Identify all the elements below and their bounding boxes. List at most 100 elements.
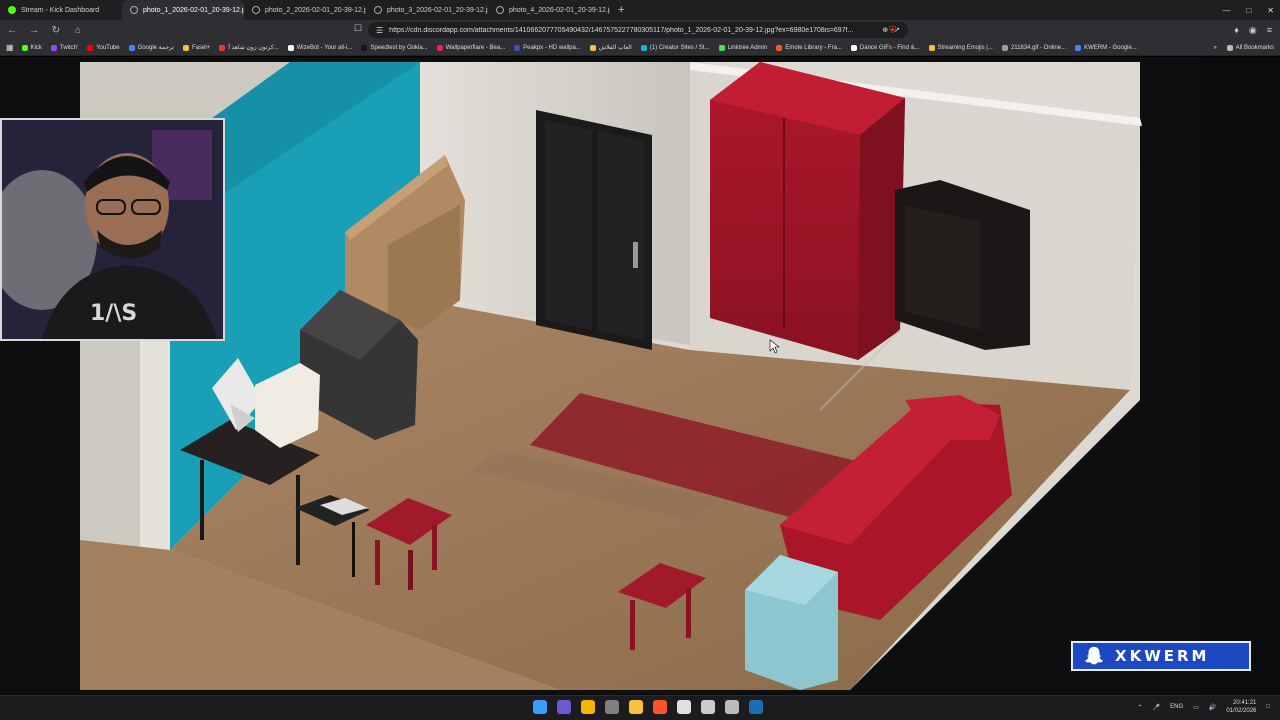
- address-bar[interactable]: ☰ https://cdn.discordapp.com/attachments…: [368, 22, 908, 38]
- kick-favicon-icon: [8, 6, 16, 14]
- bookmark-item[interactable]: Speedtest by Ookla...: [361, 44, 428, 51]
- bookmark-favicon-icon: [287, 44, 294, 51]
- steam-icon[interactable]: [749, 700, 763, 714]
- bookmark-item[interactable]: Kick: [21, 44, 42, 51]
- forward-icon[interactable]: →: [28, 25, 40, 36]
- display-icon[interactable]: ▭: [1193, 704, 1199, 711]
- minimize-icon[interactable]: —: [1222, 6, 1230, 15]
- browser-tab[interactable]: photo_3_2026-02-01_20-39-12.jpg (: [366, 0, 488, 20]
- tray-expand-icon[interactable]: ⌃: [1138, 704, 1143, 711]
- browser-tab[interactable]: Stream - Kick Dashboard: [0, 0, 122, 20]
- language-indicator[interactable]: ENG: [1170, 704, 1183, 710]
- site-info-icon[interactable]: ☰: [376, 26, 383, 35]
- bookmark-label: Google ترجمة: [137, 45, 175, 51]
- home-icon[interactable]: ⌂: [72, 25, 84, 36]
- folder-icon: [1226, 44, 1233, 51]
- taskbar-apps: [533, 700, 763, 714]
- more-bookmarks-button[interactable]: »: [1213, 45, 1216, 51]
- browser-tab[interactable]: photo_1_2026-02-01_20-39-12.jp✕: [122, 0, 244, 20]
- bookmark-item[interactable]: العاب الفلاش: [589, 44, 632, 51]
- volume-icon[interactable]: 🔊: [1209, 704, 1216, 711]
- clock[interactable]: 20:41:21 01/02/2026: [1226, 699, 1256, 715]
- close-window-icon[interactable]: ✕: [1267, 6, 1274, 15]
- bookmark-label: Peakpx - HD wallpa...: [523, 44, 581, 51]
- microphone-icon[interactable]: 🎤: [1153, 704, 1160, 711]
- url-text[interactable]: https://cdn.discordapp.com/attachments/1…: [389, 27, 876, 34]
- bookmark-item[interactable]: Wallpaperflare - Bea...: [436, 44, 505, 51]
- bookmark-item[interactable]: YouTube: [87, 44, 120, 51]
- tab-title: photo_2_2026-02-01_20-39-12.jpg (: [265, 6, 366, 14]
- bookmark-item[interactable]: Linktree Admin: [718, 44, 767, 51]
- browser-tab[interactable]: photo_4_2026-02-01_20-39-12.jpg (: [488, 0, 610, 20]
- windows-start-icon[interactable]: [533, 700, 547, 714]
- bookmark-item[interactable]: Dance GIFs - Find &...: [850, 44, 920, 51]
- bookmark-item[interactable]: Emote Library - Fra...: [776, 44, 842, 51]
- brave-shield-icon[interactable]: ⛨: [889, 25, 896, 36]
- bookmark-favicon-icon: [1001, 44, 1008, 51]
- bookmark-favicon-icon: [718, 44, 725, 51]
- bookmark-favicon-icon: [436, 44, 443, 51]
- bookmark-label: (1) Creator Sites / St...: [649, 44, 710, 51]
- bookmark-favicon-icon: [776, 44, 783, 51]
- bookmark-item[interactable]: Peakpx - HD wallpa...: [514, 44, 581, 51]
- window-controls: — □ ✕: [1222, 0, 1274, 20]
- settings-icon[interactable]: [725, 700, 739, 714]
- bookmark-favicon-icon: [928, 44, 935, 51]
- menu-icon[interactable]: ≡: [1267, 25, 1272, 35]
- bookmark-page-icon[interactable]: ☐: [354, 23, 362, 34]
- app-dark-icon[interactable]: [677, 700, 691, 714]
- bookmark-item[interactable]: WizeBot - Your all-i...: [287, 44, 353, 51]
- bookmark-item[interactable]: كرتون زون شاهد أ...: [219, 44, 279, 51]
- all-bookmarks-label: All Bookmarks: [1235, 44, 1274, 51]
- apps-grid-icon[interactable]: ▦: [6, 43, 14, 52]
- bookmark-item[interactable]: 211834.gif - Online...: [1001, 44, 1066, 51]
- bookmark-favicon-icon: [50, 44, 57, 51]
- bookmark-label: Speedtest by Ookla...: [370, 44, 428, 51]
- all-bookmarks-button[interactable]: All Bookmarks: [1226, 44, 1274, 51]
- chrome-icon[interactable]: [581, 700, 595, 714]
- bookmark-item[interactable]: Fasel+: [183, 44, 210, 51]
- notifications-icon[interactable]: □: [1266, 704, 1270, 710]
- bookmark-item[interactable]: Streaming Emojis |...: [928, 44, 993, 51]
- bookmark-label: كرتون زون شاهد أ...: [228, 45, 279, 51]
- brave-icon[interactable]: [653, 700, 667, 714]
- app-icon[interactable]: [605, 700, 619, 714]
- bookmark-favicon-icon: [640, 44, 647, 51]
- file-explorer-icon[interactable]: [629, 700, 643, 714]
- windows-taskbar: ⌃ 🎤 ENG ▭ 🔊 20:41:21 01/02/2026 □: [0, 695, 1280, 720]
- maximize-icon[interactable]: □: [1246, 6, 1251, 15]
- channel-name: XKWERM: [1115, 647, 1210, 665]
- bookmark-favicon-icon: [128, 44, 135, 51]
- bookmark-item[interactable]: KWERM - Google...: [1075, 44, 1137, 51]
- new-tab-button[interactable]: +: [610, 4, 632, 16]
- bookmark-item[interactable]: (1) Creator Sites / St...: [640, 44, 710, 51]
- bookmark-item[interactable]: Twitch': [50, 44, 78, 51]
- bookmark-label: YouTube: [96, 44, 120, 51]
- image-viewport[interactable]: 1/\S XKWERM: [0, 57, 1280, 695]
- system-tray: ⌃ 🎤 ENG ▭ 🔊 20:41:21 01/02/2026 □: [1138, 699, 1270, 715]
- snapchat-ghost-icon: [1084, 646, 1104, 665]
- reload-icon[interactable]: ↻: [50, 25, 62, 36]
- obs-icon[interactable]: [701, 700, 715, 714]
- search-app-icon[interactable]: [557, 700, 571, 714]
- back-icon[interactable]: ←: [6, 25, 18, 36]
- zoom-icon[interactable]: ⊕: [882, 26, 888, 34]
- tab-strip: Stream - Kick Dashboard photo_1_2026-02-0…: [0, 0, 610, 20]
- bookmark-label: WizeBot - Your all-i...: [296, 44, 353, 51]
- bookmark-label: Dance GIFs - Find &...: [859, 44, 920, 51]
- extensions-icon[interactable]: ♦: [1234, 25, 1239, 35]
- bookmark-item[interactable]: Google ترجمة: [128, 44, 175, 51]
- bookmark-label: Streaming Emojis |...: [937, 44, 993, 51]
- bookmark-favicon-icon: [219, 44, 226, 51]
- bookmark-favicon-icon: [514, 44, 521, 51]
- streamer-webcam-image: 1/\S: [2, 120, 223, 339]
- bookmark-label: Kick: [30, 44, 42, 51]
- bookmark-favicon-icon: [589, 44, 596, 51]
- profile-icon[interactable]: ◉: [1249, 25, 1257, 36]
- bookmark-favicon-icon: [183, 44, 190, 51]
- channel-name-badge: XKWERM: [1071, 641, 1251, 671]
- browser-tab[interactable]: photo_2_2026-02-01_20-39-12.jpg (: [244, 0, 366, 20]
- bookmark-list: Kick Twitch' YouTube Google ترجمة Fasel+ كرتو…: [21, 44, 1137, 51]
- tab-title: photo_3_2026-02-01_20-39-12.jpg (: [387, 6, 488, 14]
- browser-tab-bar: Stream - Kick Dashboard photo_1_2026-02-0…: [0, 0, 1280, 20]
